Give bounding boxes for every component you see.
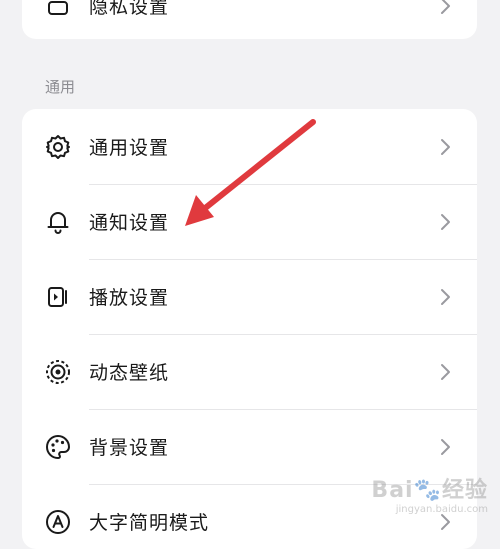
chevron-right-icon: [439, 0, 453, 16]
large-font-icon: [44, 508, 72, 536]
watermark: Bai🐾经验 jingyan.baidu.com: [371, 472, 488, 515]
settings-item-label: 背景设置: [89, 437, 170, 459]
settings-item-label: 通知设置: [89, 212, 170, 234]
chevron-right-icon: [439, 137, 453, 157]
privacy-card: 隐私设置: [22, 0, 477, 39]
lock-icon: [44, 0, 72, 20]
settings-item-label: 大字简明模式: [89, 512, 210, 534]
bell-icon: [44, 208, 72, 236]
chevron-right-icon: [439, 212, 453, 232]
play-settings-icon: [44, 283, 72, 311]
settings-item-live-wallpaper[interactable]: 动态壁纸: [22, 334, 477, 409]
watermark-url: jingyan.baidu.com: [395, 504, 488, 515]
settings-item-label: 通用设置: [89, 137, 170, 159]
settings-item-label: 隐私设置: [89, 0, 170, 18]
settings-item-general[interactable]: 通用设置: [22, 109, 477, 184]
paw-icon: 🐾: [413, 478, 442, 503]
settings-item-privacy[interactable]: 隐私设置: [22, 0, 477, 39]
settings-item-label: 动态壁纸: [89, 362, 170, 384]
settings-item-label: 播放设置: [89, 287, 170, 309]
palette-icon: [44, 433, 72, 461]
section-title: 通用: [45, 78, 76, 96]
settings-item-notifications[interactable]: 通知设置: [22, 184, 477, 259]
gear-icon: [44, 133, 72, 161]
chevron-right-icon: [439, 362, 453, 382]
watermark-text: Bai: [371, 478, 414, 503]
settings-item-playback[interactable]: 播放设置: [22, 259, 477, 334]
live-wallpaper-icon: [44, 358, 72, 386]
chevron-right-icon: [439, 287, 453, 307]
chevron-right-icon: [439, 437, 453, 457]
watermark-suffix: 经验: [441, 478, 488, 503]
